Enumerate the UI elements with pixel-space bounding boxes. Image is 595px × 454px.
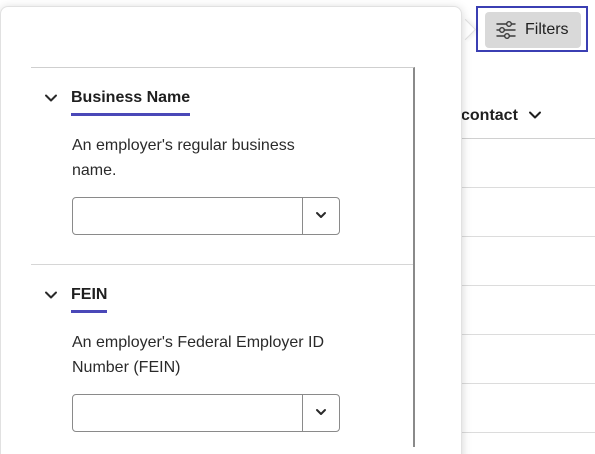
table-row[interactable] — [455, 236, 595, 286]
table-row[interactable] — [455, 138, 595, 188]
sliders-icon — [495, 19, 517, 41]
table-header[interactable]: contact — [455, 90, 595, 139]
fein-input[interactable] — [73, 395, 302, 431]
table-row[interactable] — [455, 285, 595, 335]
app-root: contact Filters Business Name An employe… — [0, 0, 595, 454]
table-row[interactable] — [455, 383, 595, 433]
chevron-down-icon[interactable] — [43, 90, 59, 106]
filter-description-business-name: An employer's regular business name. — [72, 137, 295, 179]
chevron-down-icon — [314, 405, 328, 422]
business-name-combobox[interactable] — [72, 197, 340, 235]
business-name-dropdown-button[interactable] — [302, 198, 339, 234]
results-table: contact — [455, 90, 595, 454]
column-header-contact[interactable]: contact — [461, 107, 518, 125]
filter-title-fein[interactable]: FEIN — [71, 286, 108, 313]
chevron-down-icon — [314, 208, 328, 225]
filters-label: Filters — [525, 21, 569, 38]
chevron-down-icon[interactable] — [527, 107, 543, 123]
table-row[interactable] — [455, 334, 595, 384]
fein-combobox[interactable] — [72, 394, 340, 432]
filters-scroll-area[interactable]: Business Name An employer's regular busi… — [31, 67, 415, 447]
chevron-down-icon[interactable] — [43, 287, 59, 303]
filters-panel: Business Name An employer's regular busi… — [0, 6, 462, 454]
filter-title-business-name[interactable]: Business Name — [71, 89, 191, 116]
filter-description-fein: An employer's Federal Employer ID Number… — [72, 334, 325, 376]
table-row[interactable] — [455, 187, 595, 237]
business-name-input[interactable] — [73, 198, 302, 234]
section-divider — [31, 264, 413, 265]
filters-button[interactable]: Filters — [485, 12, 581, 48]
fein-dropdown-button[interactable] — [302, 395, 339, 431]
